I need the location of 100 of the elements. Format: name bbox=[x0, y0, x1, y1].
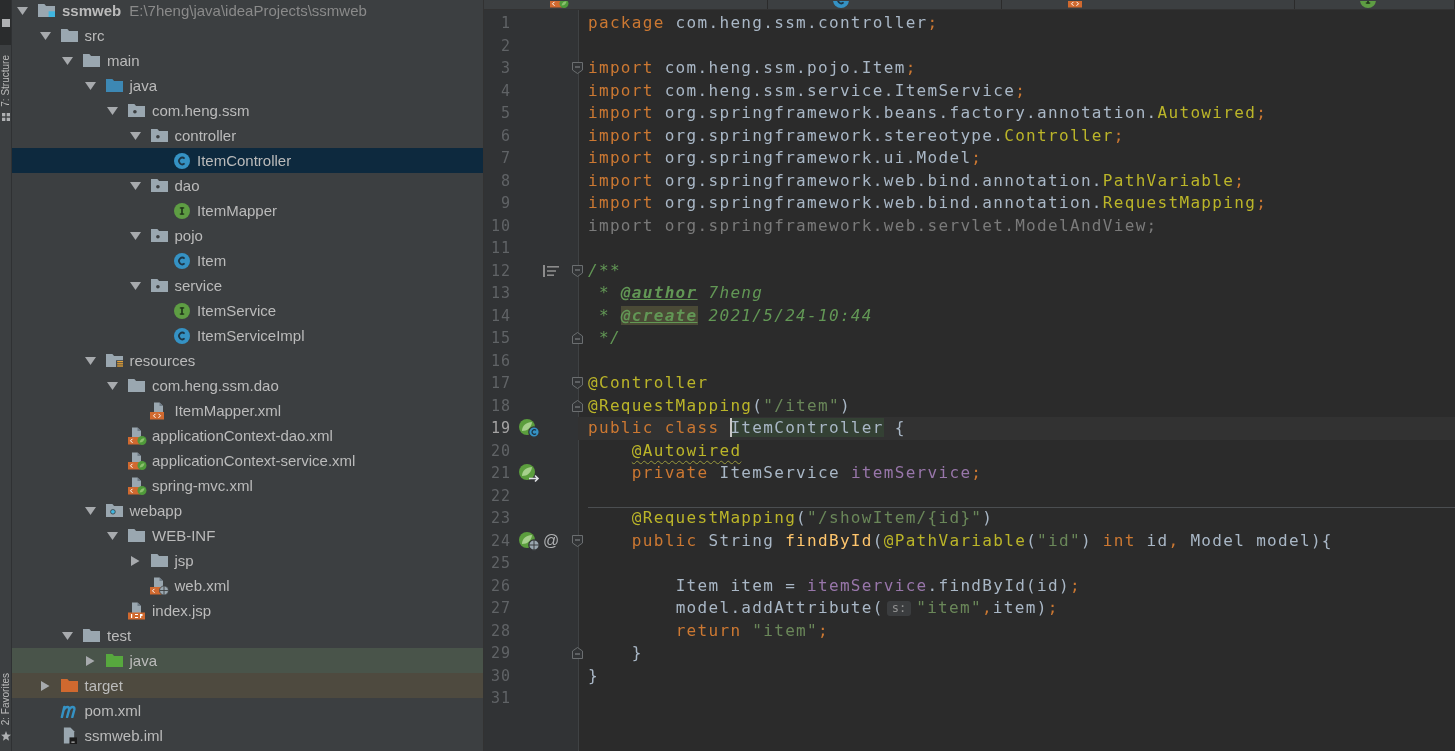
class-icon bbox=[173, 327, 190, 344]
tree-arrow-icon[interactable] bbox=[84, 505, 96, 516]
tree-item[interactable]: index.jsp bbox=[128, 601, 212, 620]
code-line: * @create 2021/5/24-10:44 bbox=[598, 304, 873, 327]
spring-xml-file-icon bbox=[549, 1, 569, 8]
tree-item[interactable]: service bbox=[150, 277, 222, 294]
tree-item[interactable]: target bbox=[60, 677, 123, 694]
code-line: import org.springframework.beans.factory.annotation.Autowired; bbox=[588, 102, 1268, 124]
tree-item[interactable]: ItemController bbox=[173, 152, 292, 169]
fold-marker-icon[interactable] bbox=[572, 264, 583, 277]
tree-arrow-icon[interactable] bbox=[107, 530, 118, 541]
code-line: import org.springframework.ui.Model; bbox=[588, 147, 983, 169]
code-line: import com.heng.ssm.pojo.Item; bbox=[588, 57, 917, 79]
code-line: import org.springframework.web.bind.annotation.RequestMapping; bbox=[588, 192, 1268, 214]
test-folder-icon bbox=[105, 654, 123, 667]
tree-arrow-icon[interactable] bbox=[129, 555, 141, 566]
code-line: */ bbox=[598, 327, 621, 349]
code-line: import org.springframework.stereotype.Controller; bbox=[588, 124, 1125, 147]
code-line: @RequestMapping("/item") bbox=[588, 394, 851, 417]
fold-marker-icon[interactable] bbox=[572, 332, 583, 345]
tree-item[interactable]: resources bbox=[105, 352, 196, 369]
code-line: @RequestMapping("/showItem/{id}") bbox=[631, 507, 994, 529]
fold-marker-icon[interactable] bbox=[572, 62, 583, 75]
gutter-marker[interactable]: @ bbox=[542, 531, 560, 550]
tool-window-button[interactable] bbox=[0, 0, 11, 45]
spring-bean-icon[interactable] bbox=[518, 530, 540, 551]
resources-folder-icon bbox=[105, 354, 123, 367]
tree-arrow-icon[interactable] bbox=[84, 655, 96, 666]
tree-item[interactable]: ItemServiceImpl bbox=[173, 327, 305, 344]
tool-window-button[interactable]: 2: Favorites bbox=[0, 662, 11, 751]
tree-arrow-icon[interactable] bbox=[129, 280, 141, 291]
tree-item[interactable]: dao bbox=[150, 177, 200, 194]
code-line: Item item = itemService.findById(id); bbox=[675, 574, 1081, 597]
structure-icon bbox=[1, 112, 10, 121]
tree-item[interactable]: ItemService bbox=[173, 302, 277, 319]
tree-item[interactable]: com.heng.ssm bbox=[128, 102, 250, 119]
reader-mode-icon[interactable] bbox=[543, 264, 559, 277]
tree-item[interactable]: ssmweb.iml bbox=[60, 727, 163, 744]
tree-arrow-icon[interactable] bbox=[17, 5, 28, 16]
code-line: public class ItemController { bbox=[588, 417, 906, 439]
folder-icon bbox=[83, 629, 100, 642]
tree-arrow-icon[interactable] bbox=[107, 380, 118, 391]
tree-item[interactable]: applicationContext-dao.xml bbox=[128, 426, 333, 445]
tree-arrow-icon[interactable] bbox=[84, 80, 96, 91]
tool-window-button[interactable]: 7: Structure bbox=[0, 45, 11, 131]
code-line: * @author 7heng bbox=[598, 282, 764, 304]
tree-item[interactable]: java bbox=[105, 77, 158, 94]
tree-arrow-icon[interactable] bbox=[62, 630, 73, 641]
tree-item[interactable]: test bbox=[83, 627, 132, 644]
tree-item[interactable]: jsp bbox=[150, 552, 194, 569]
tree-item[interactable]: src bbox=[60, 27, 105, 44]
tree-arrow-icon[interactable] bbox=[129, 230, 141, 241]
code-line: model.addAttribute( s: "item",item); bbox=[675, 597, 1059, 619]
fold-marker-icon[interactable] bbox=[572, 647, 583, 660]
tree-arrow-icon[interactable] bbox=[129, 130, 141, 141]
code-line: /** bbox=[588, 259, 621, 282]
class-icon bbox=[173, 152, 190, 169]
spring-xml-file-icon bbox=[126, 451, 147, 470]
tree-item[interactable]: main bbox=[83, 52, 140, 69]
fold-marker-icon[interactable] bbox=[572, 377, 583, 390]
tree-item[interactable]: Item bbox=[173, 252, 227, 269]
spring-bean-icon[interactable] bbox=[518, 463, 540, 484]
folder-icon bbox=[150, 554, 168, 567]
tree-item[interactable]: applicationContext-service.xml bbox=[128, 451, 356, 470]
tree-item[interactable]: webapp bbox=[105, 502, 183, 519]
code-line: @Controller bbox=[588, 372, 709, 394]
code-line: package com.heng.ssm.controller; bbox=[588, 12, 939, 34]
class-icon bbox=[173, 252, 190, 269]
tree-item[interactable]: com.heng.ssm.dao bbox=[128, 377, 279, 394]
tree-item[interactable]: java bbox=[105, 652, 158, 669]
folder-icon bbox=[128, 529, 145, 542]
jsp-file-icon bbox=[126, 601, 147, 620]
package-icon bbox=[150, 279, 168, 292]
tree-item[interactable]: pom.xml bbox=[60, 702, 142, 719]
fold-marker-icon[interactable] bbox=[572, 534, 583, 547]
web-folder-icon bbox=[105, 504, 123, 517]
spring-bean-icon[interactable] bbox=[518, 418, 540, 439]
tree-arrow-icon[interactable] bbox=[39, 30, 51, 41]
module-folder-icon bbox=[38, 4, 55, 17]
tree-item[interactable]: ItemMapper bbox=[173, 202, 278, 219]
package-icon bbox=[150, 129, 168, 142]
fold-marker-icon[interactable] bbox=[572, 399, 583, 412]
package-icon bbox=[128, 104, 145, 117]
tree-arrow-icon[interactable] bbox=[107, 105, 118, 116]
tree-item[interactable]: WEB-INF bbox=[128, 527, 216, 544]
maven-icon bbox=[59, 703, 79, 718]
tree-item[interactable]: controller bbox=[150, 127, 237, 144]
tree-arrow-icon[interactable] bbox=[39, 680, 51, 691]
tree-item[interactable]: ItemMapper.xml bbox=[150, 401, 282, 420]
tree-item[interactable]: spring-mvc.xml bbox=[128, 476, 253, 495]
tree-arrow-icon[interactable] bbox=[84, 355, 96, 366]
code-line: public String findById(@PathVariable("id") int id, Model model){ bbox=[631, 529, 1333, 552]
tree-arrow-icon[interactable] bbox=[62, 55, 73, 66]
tree-item[interactable]: web.xml bbox=[150, 576, 230, 595]
tree-arrow-icon[interactable] bbox=[129, 180, 141, 191]
tree-item[interactable]: pojo bbox=[150, 227, 203, 244]
code-line: import org.springframework.web.servlet.ModelAndView; bbox=[588, 214, 1158, 237]
package-icon bbox=[150, 179, 168, 192]
folder-icon bbox=[83, 54, 100, 67]
tree-item[interactable]: ssmweb E:\7heng\java\ideaProjects\ssmweb bbox=[38, 2, 367, 19]
